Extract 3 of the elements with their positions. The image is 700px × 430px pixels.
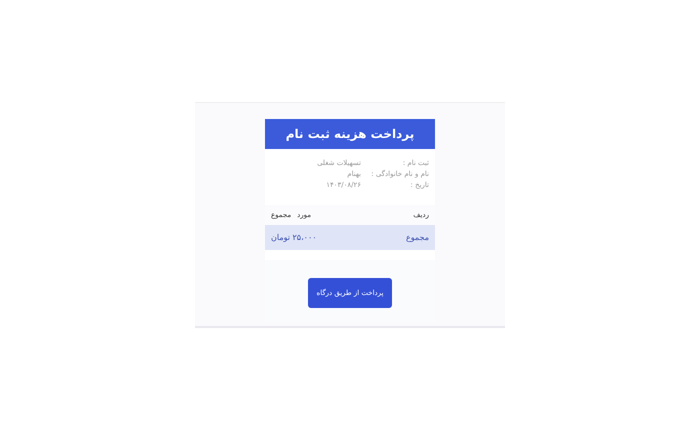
table-cell: ۲۵،۰۰۰ تومان <box>271 233 317 242</box>
table-cell: مجموع <box>406 233 429 242</box>
page-title: پرداخت هزینه ثبت نام <box>265 119 435 149</box>
